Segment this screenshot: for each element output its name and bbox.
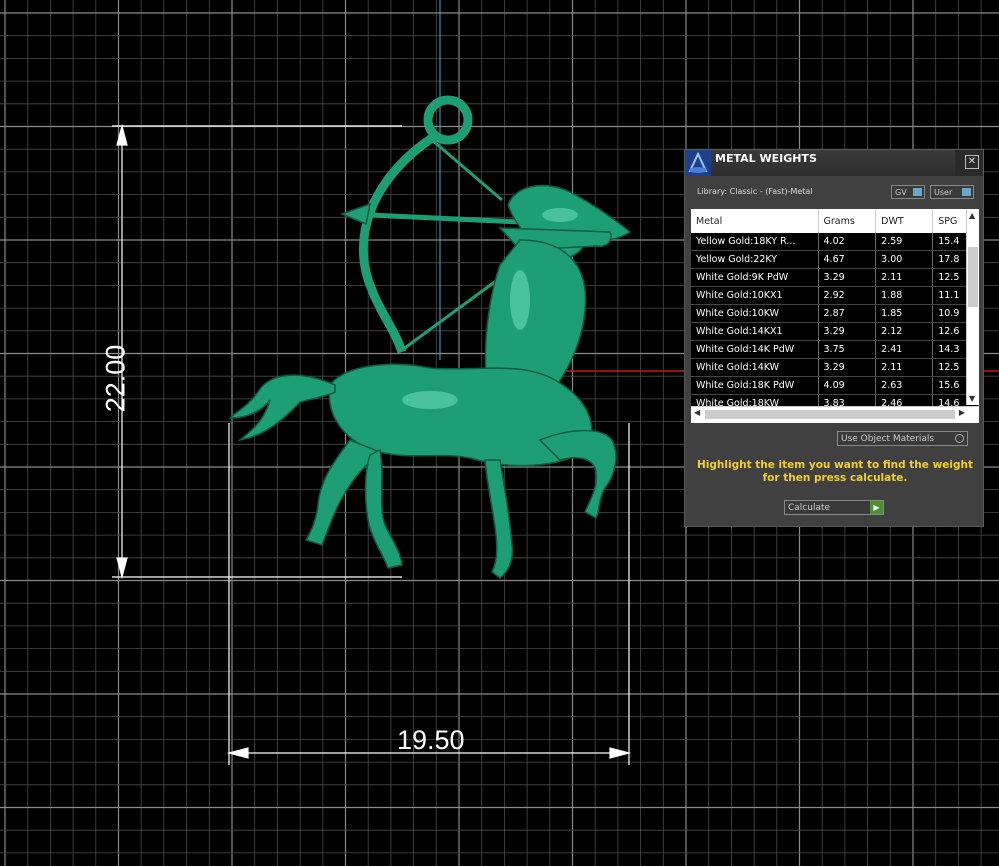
table-row[interactable]: Yellow Gold:22KY 4.67 3.00 17.8: [691, 250, 979, 269]
table-header-row: Metal Grams DWT SPG: [691, 209, 979, 233]
dwt-cell: 1.88: [875, 286, 934, 305]
grams-cell: 4.67: [818, 250, 877, 269]
scroll-thumb-horizontal[interactable]: [705, 410, 955, 419]
instruction-text: Highlight the item you want to find the …: [697, 459, 973, 484]
radio-indicator-icon: [955, 434, 964, 443]
grams-cell: 3.29: [818, 358, 877, 377]
dwt-cell: 2.11: [875, 358, 934, 377]
metal-weights-panel: METAL WEIGHTS ✕ Library: Classic - (Fast…: [684, 149, 984, 527]
scroll-right-icon[interactable]: ▶: [959, 408, 965, 417]
table-row[interactable]: White Gold:10KX1 2.92 1.88 11.1: [691, 286, 979, 305]
grams-cell: 4.02: [818, 233, 877, 251]
metal-cell: White Gold:14K PdW: [691, 340, 819, 359]
grams-cell: 3.29: [818, 268, 877, 287]
column-header-grams[interactable]: Grams: [818, 209, 877, 233]
table-row[interactable]: White Gold:10KW 2.87 1.85 10.9: [691, 304, 979, 323]
dwt-cell: 2.63: [875, 376, 934, 395]
gv-label: GV: [895, 188, 907, 197]
scroll-left-icon[interactable]: ◀: [694, 408, 700, 417]
panel-titlebar[interactable]: METAL WEIGHTS ✕: [685, 150, 983, 176]
metal-cell: White Gold:14KX1: [691, 322, 819, 341]
horizontal-scrollbar[interactable]: ◀ ▶: [691, 406, 979, 423]
dwt-cell: 2.41: [875, 340, 934, 359]
grams-cell: 2.92: [818, 286, 877, 305]
column-header-metal[interactable]: Metal: [691, 209, 819, 233]
horizontal-dimension: [226, 423, 632, 765]
horizontal-dimension-label: 19.50: [397, 725, 465, 755]
vertical-dimension-label: 22.00: [100, 344, 131, 413]
gv-toggle-button[interactable]: GV: [891, 185, 925, 199]
table-row[interactable]: White Gold:14KW 3.29 2.11 12.5: [691, 358, 979, 377]
metal-cell: Yellow Gold:18KY R...: [691, 233, 819, 251]
vertical-scrollbar[interactable]: ▲ ▼: [966, 209, 979, 405]
column-header-dwt[interactable]: DWT: [875, 209, 934, 233]
user-indicator: [962, 188, 971, 196]
metal-cell: White Gold:10KX1: [691, 286, 819, 305]
use-object-materials-label: Use Object Materials: [841, 434, 935, 444]
sagittarius-pendant-model: [228, 95, 632, 579]
dwt-cell: 2.59: [875, 233, 934, 251]
scroll-up-icon[interactable]: ▲: [969, 211, 975, 220]
panel-title: METAL WEIGHTS: [715, 152, 817, 165]
table-row[interactable]: White Gold:14KX1 3.29 2.12 12.6: [691, 322, 979, 341]
table-row[interactable]: White Gold:14K PdW 3.75 2.41 14.3: [691, 340, 979, 359]
dwt-cell: 2.12: [875, 322, 934, 341]
table-row[interactable]: White Gold:18K PdW 4.09 2.63 15.6: [691, 376, 979, 395]
vertical-dimension: [112, 123, 402, 580]
grams-cell: 3.29: [818, 322, 877, 341]
scroll-thumb[interactable]: [968, 247, 978, 307]
metal-cell: White Gold:18K PdW: [691, 376, 819, 395]
library-label: Library: Classic - (Fast)-Metal: [697, 187, 813, 196]
calculate-button[interactable]: Calculate ▶: [784, 500, 884, 515]
dwt-cell: 1.85: [875, 304, 934, 323]
dwt-cell: 3.00: [875, 250, 934, 269]
app-logo-icon: [685, 150, 711, 176]
calculate-label: Calculate: [788, 503, 831, 513]
gv-indicator: [913, 188, 922, 196]
table-row[interactable]: White Gold:9K PdW 3.29 2.11 12.5: [691, 268, 979, 287]
play-arrow-icon: ▶: [870, 501, 883, 514]
table-row[interactable]: Yellow Gold:18KY R... 4.02 2.59 15.4: [691, 233, 979, 251]
metal-cell: White Gold:9K PdW: [691, 268, 819, 287]
metal-table: Metal Grams DWT SPG Yellow Gold:18KY R..…: [691, 209, 979, 423]
metal-cell: Yellow Gold:22KY: [691, 250, 819, 269]
use-object-materials-button[interactable]: Use Object Materials: [837, 431, 968, 446]
grams-cell: 4.09: [818, 376, 877, 395]
close-icon[interactable]: ✕: [965, 155, 979, 169]
metal-cell: White Gold:10KW: [691, 304, 819, 323]
grams-cell: 3.75: [818, 340, 877, 359]
scroll-down-icon[interactable]: ▼: [969, 394, 975, 403]
user-label: User: [934, 188, 953, 197]
grams-cell: 2.87: [818, 304, 877, 323]
dwt-cell: 2.11: [875, 268, 934, 287]
metal-cell: White Gold:14KW: [691, 358, 819, 377]
user-toggle-button[interactable]: User: [930, 185, 974, 199]
